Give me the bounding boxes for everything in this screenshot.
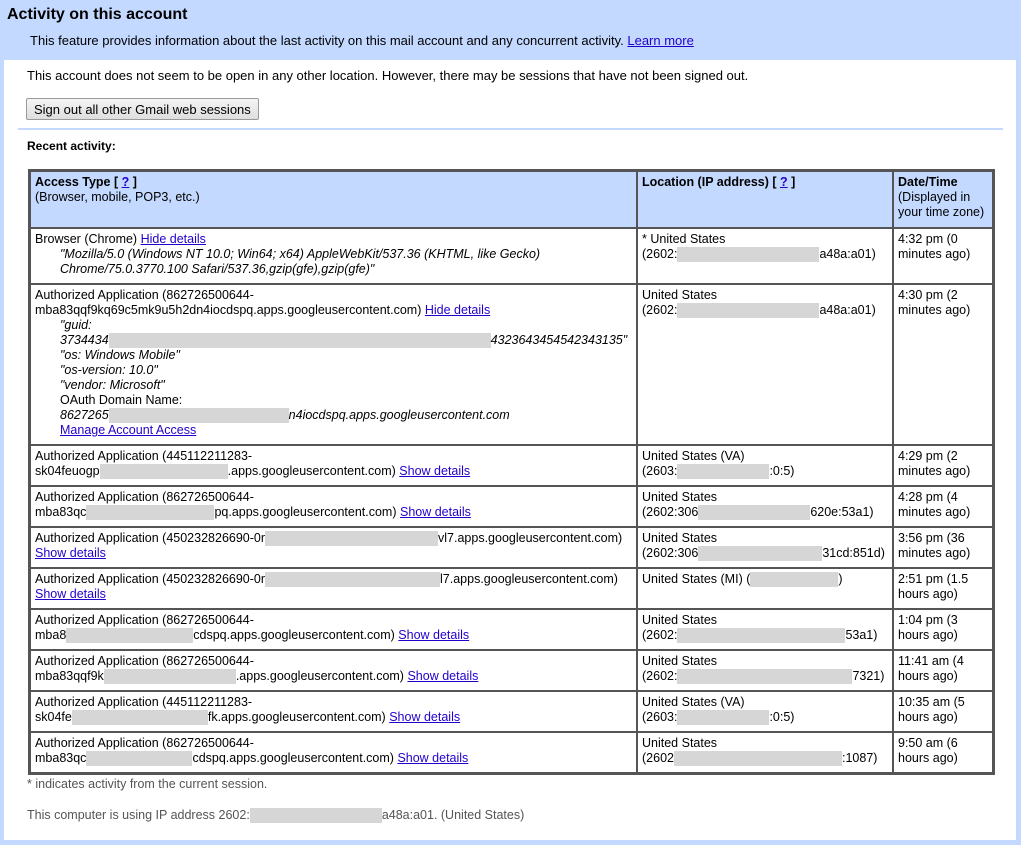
- page-title: Activity on this account: [7, 6, 188, 23]
- redacted-region: [677, 464, 770, 479]
- datetime-cell: 1:04 pm (3 hours ago): [893, 609, 993, 650]
- header-location: Location (IP address) [ ? ]: [637, 171, 893, 228]
- datetime-cell: 9:50 am (6 hours ago): [893, 732, 993, 773]
- redacted-region: [750, 572, 839, 587]
- datetime-cell: 3:56 pm (36 minutes ago): [893, 527, 993, 568]
- access-type-cell: Authorized Application (862726500644- mb…: [30, 609, 637, 650]
- redacted-region: [677, 247, 820, 262]
- access-type-cell: Authorized Application (862726500644- mb…: [30, 650, 637, 691]
- access-type-cell: Authorized Application (450232826690-0r l…: [30, 568, 637, 609]
- access-type-cell: Authorized Application (862726500644- mb…: [30, 486, 637, 527]
- redacted-region: [265, 531, 439, 546]
- location-cell: United States (2602: 53a1): [637, 609, 893, 650]
- redacted-region: [677, 628, 846, 643]
- access-type-cell: Browser (Chrome) Hide details "Mozilla/5…: [30, 228, 637, 284]
- redacted-region: [698, 546, 823, 561]
- redacted-region: [265, 572, 441, 587]
- redacted-region: [249, 808, 382, 823]
- access-type-cell: Authorized Application (862726500644- mb…: [30, 732, 637, 773]
- datetime-cell: 11:41 am (4 hours ago): [893, 650, 993, 691]
- learn-more-link[interactable]: Learn more: [627, 33, 693, 48]
- hide-details-link[interactable]: Hide details: [425, 303, 490, 317]
- location-cell: United States (2602: a48a:a01): [637, 284, 893, 445]
- activity-table: Access Type [ ? ] (Browser, mobile, POP3…: [28, 169, 995, 775]
- show-details-link[interactable]: Show details: [398, 628, 469, 642]
- redacted-region: [99, 464, 228, 479]
- location-cell: United States (VA) (2603::0:5): [637, 691, 893, 732]
- datetime-cell: 4:30 pm (2 minutes ago): [893, 284, 993, 445]
- table-row: Authorized Application (862726500644- mb…: [30, 732, 993, 773]
- table-row: Authorized Application (862726500644- mb…: [30, 609, 993, 650]
- access-type-help-link[interactable]: ?: [122, 175, 130, 189]
- header: Activity on this account This feature pr…: [0, 0, 1021, 60]
- table-header-row: Access Type [ ? ] (Browser, mobile, POP3…: [30, 171, 993, 228]
- show-details-link[interactable]: Show details: [35, 546, 106, 560]
- redacted-region: [103, 669, 236, 684]
- redacted-region: [71, 710, 208, 725]
- location-cell: United States (VA) (2603::0:5): [637, 445, 893, 486]
- table-row: Authorized Application (450232826690-0r v…: [30, 527, 993, 568]
- access-type-cell: Authorized Application (445112211283- sk…: [30, 445, 637, 486]
- table-row: Browser (Chrome) Hide details "Mozilla/5…: [30, 228, 993, 284]
- table-row: Authorized Application (862726500644- mb…: [30, 650, 993, 691]
- current-ip-note: This computer is using IP address 2602: a…: [27, 808, 525, 823]
- redacted-region: [673, 751, 842, 766]
- current-session-note: * indicates activity from the current se…: [27, 777, 268, 791]
- location-cell: United States (2602:306 31cd:851d): [637, 527, 893, 568]
- redacted-region: [677, 710, 770, 725]
- datetime-cell: 4:28 pm (4 minutes ago): [893, 486, 993, 527]
- redacted-region: [108, 333, 491, 348]
- session-notice: This account does not seem to be open in…: [27, 68, 749, 83]
- sign-out-all-sessions-button[interactable]: Sign out all other Gmail web sessions: [26, 98, 259, 120]
- activity-panel: This account does not seem to be open in…: [4, 60, 1016, 840]
- header-access-type: Access Type [ ? ] (Browser, mobile, POP3…: [30, 171, 637, 228]
- table-row: Authorized Application (862726500644- mb…: [30, 284, 993, 445]
- access-type-cell: Authorized Application (450232826690-0r v…: [30, 527, 637, 568]
- datetime-cell: 4:29 pm (2 minutes ago): [893, 445, 993, 486]
- redacted-region: [66, 628, 194, 643]
- show-details-link[interactable]: Show details: [399, 464, 470, 478]
- manage-account-access-link[interactable]: Manage Account Access: [60, 423, 196, 437]
- access-type-cell: Authorized Application (445112211283- sk…: [30, 691, 637, 732]
- location-cell: United States (2602:1087): [637, 732, 893, 773]
- redacted-region: [677, 669, 853, 684]
- location-cell: United States (2602: 7321): [637, 650, 893, 691]
- redacted-region: [698, 505, 811, 520]
- show-details-link[interactable]: Show details: [35, 587, 106, 601]
- show-details-link[interactable]: Show details: [397, 751, 468, 765]
- location-cell: United States (MI) (): [637, 568, 893, 609]
- access-type-cell: Authorized Application (862726500644- mb…: [30, 284, 637, 445]
- show-details-link[interactable]: Show details: [400, 505, 471, 519]
- redacted-region: [86, 751, 193, 766]
- table-row: Authorized Application (445112211283- sk…: [30, 691, 993, 732]
- location-cell: United States (2602:306 620e:53a1): [637, 486, 893, 527]
- datetime-cell: 4:32 pm (0 minutes ago): [893, 228, 993, 284]
- location-help-link[interactable]: ?: [780, 175, 788, 189]
- divider: [18, 128, 1003, 130]
- table-row: Authorized Application (445112211283- sk…: [30, 445, 993, 486]
- show-details-link[interactable]: Show details: [389, 710, 460, 724]
- location-cell: * United States (2602: a48a:a01): [637, 228, 893, 284]
- show-details-link[interactable]: Show details: [407, 669, 478, 683]
- datetime-cell: 2:51 pm (1.5 hours ago): [893, 568, 993, 609]
- table-row: Authorized Application (450232826690-0r l…: [30, 568, 993, 609]
- table-row: Authorized Application (862726500644- mb…: [30, 486, 993, 527]
- header-description: This feature provides information about …: [30, 33, 694, 48]
- hide-details-link[interactable]: Hide details: [141, 232, 206, 246]
- datetime-cell: 10:35 am (5 hours ago): [893, 691, 993, 732]
- redacted-region: [677, 303, 820, 318]
- recent-activity-label: Recent activity:: [27, 139, 116, 153]
- redacted-region: [108, 408, 289, 423]
- redacted-region: [86, 505, 215, 520]
- header-datetime: Date/Time (Displayed in your time zone): [893, 171, 993, 228]
